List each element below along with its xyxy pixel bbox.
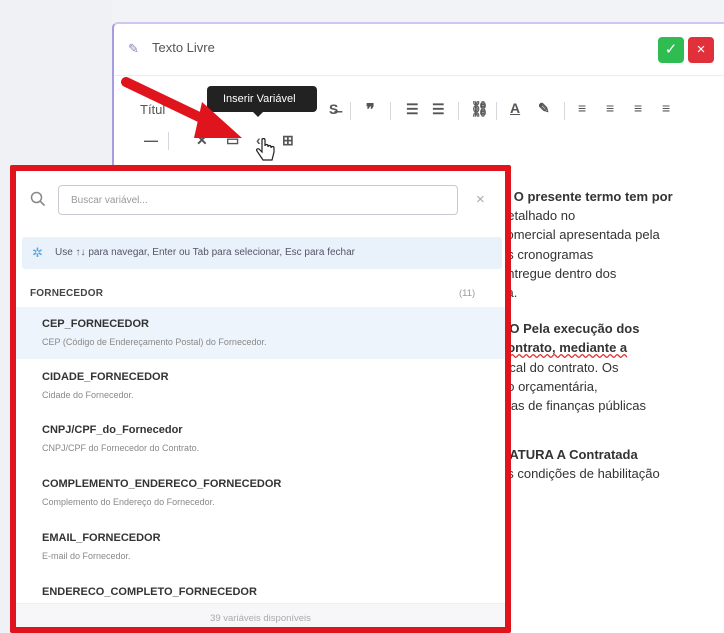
toolbar-separator [496,102,497,120]
doc-line: contrato, mediante a [500,340,628,356]
doc-line: ca. [500,283,720,302]
bullet-list-icon[interactable]: ☰ [406,101,419,118]
red-arrow-annotation [121,77,242,138]
doc-line: comercial apresentada pela [500,227,660,243]
sparkle-icon: ✲ [32,245,43,260]
text-color-icon[interactable]: A [510,100,520,116]
group-header: FORNECEDOR (11) [16,283,505,305]
clear-search-icon[interactable]: × [476,191,485,208]
table-icon[interactable]: ⊞ [282,132,294,149]
variable-item[interactable]: EMAIL_FORNECEDOR E-mail do Fornecedor. [16,521,505,573]
variable-description: CEP (Código de Endereçamento Postal) do … [42,337,267,347]
strikethrough-icon[interactable]: S̶ [329,101,338,117]
variable-name: EMAIL_FORNECEDOR [42,532,161,544]
pencil-icon: ✎ [128,41,139,56]
doc-line: ÃO Pela execução dos [500,321,640,337]
align-right-icon[interactable]: ≡ [634,100,642,116]
variable-item[interactable]: CEP_FORNECEDOR CEP (Código de Endereçame… [16,307,505,359]
highlight-color-icon[interactable]: ✎ [538,100,550,117]
variable-description: E-mail do Fornecedor. [42,551,131,561]
toolbar-separator [390,102,391,120]
document-text: O O presente termo tem por detalhado no … [500,187,720,484]
doc-line: as condições de habilitação [500,466,660,482]
align-center-icon[interactable]: ≡ [606,100,614,116]
variable-name: CIDADE_FORNECEDOR [42,371,169,383]
variable-name: COMPLEMENTO_ENDERECO_FORNECEDOR [42,478,282,490]
variable-item[interactable]: CIDADE_FORNECEDOR Cidade do Fornecedor. [16,360,505,412]
variable-name: CEP_FORNECEDOR [42,318,149,330]
editor-title: Texto Livre [152,40,215,55]
group-name: FORNECEDOR [30,288,104,299]
hint-text: Use ↑↓ para navegar, Enter ou Tab para s… [55,247,355,258]
variable-item[interactable]: COMPLEMENTO_ENDERECO_FORNECEDOR Compleme… [16,467,505,519]
group-count: (11) [459,288,476,299]
search-row: × [16,171,505,229]
toolbar-separator [350,102,351,120]
toolbar-separator [458,102,459,120]
variable-description: Cidade do Fornecedor. [42,390,134,400]
navigation-hint: ✲ Use ↑↓ para navegar, Enter ou Tab para… [22,237,502,269]
doc-line: O O presente termo tem por [500,189,673,204]
variable-description: Complemento do Endereço do Fornecedor. [42,497,215,507]
variable-description: CNPJ/CPF do Fornecedor do Contrato. [42,443,200,453]
doc-line: detalhado no [500,208,576,224]
variable-search-input[interactable] [58,185,458,215]
numbered-list-icon[interactable]: ☰ [432,101,445,118]
editor-header: ✎ Texto Livre ✓ × [114,24,724,76]
doc-line: os cronogramas [500,246,594,262]
doc-line: mas de finanças públicas [500,398,646,414]
quote-icon[interactable]: ❞ [366,100,375,120]
cursor-hand-icon [256,138,275,161]
doc-line: NATURA A Contratada [500,447,638,463]
cancel-button[interactable]: × [688,37,714,63]
variable-item[interactable]: CNPJ/CPF_do_Fornecedor CNPJ/CPF do Forne… [16,413,505,465]
align-left-icon[interactable]: ≡ [578,100,586,116]
search-icon [30,191,46,207]
doc-line: iscal do contrato. Os [500,359,619,375]
doc-line: ão orçamentária, [500,378,598,394]
variable-name: ENDERECO_COMPLETO_FORNECEDOR [42,586,257,598]
variable-picker-popup: × ✲ Use ↑↓ para navegar, Enter ou Tab pa… [10,165,511,633]
variable-name: CNPJ/CPF_do_Fornecedor [42,424,183,436]
confirm-button[interactable]: ✓ [658,37,684,63]
variables-count-footer: 39 variáveis disponíveis [16,603,505,627]
doc-line: entregue dentro dos [500,265,617,281]
align-justify-icon[interactable]: ≡ [662,100,670,116]
toolbar-separator [564,102,565,120]
link-icon[interactable]: ⛓ [470,100,489,118]
